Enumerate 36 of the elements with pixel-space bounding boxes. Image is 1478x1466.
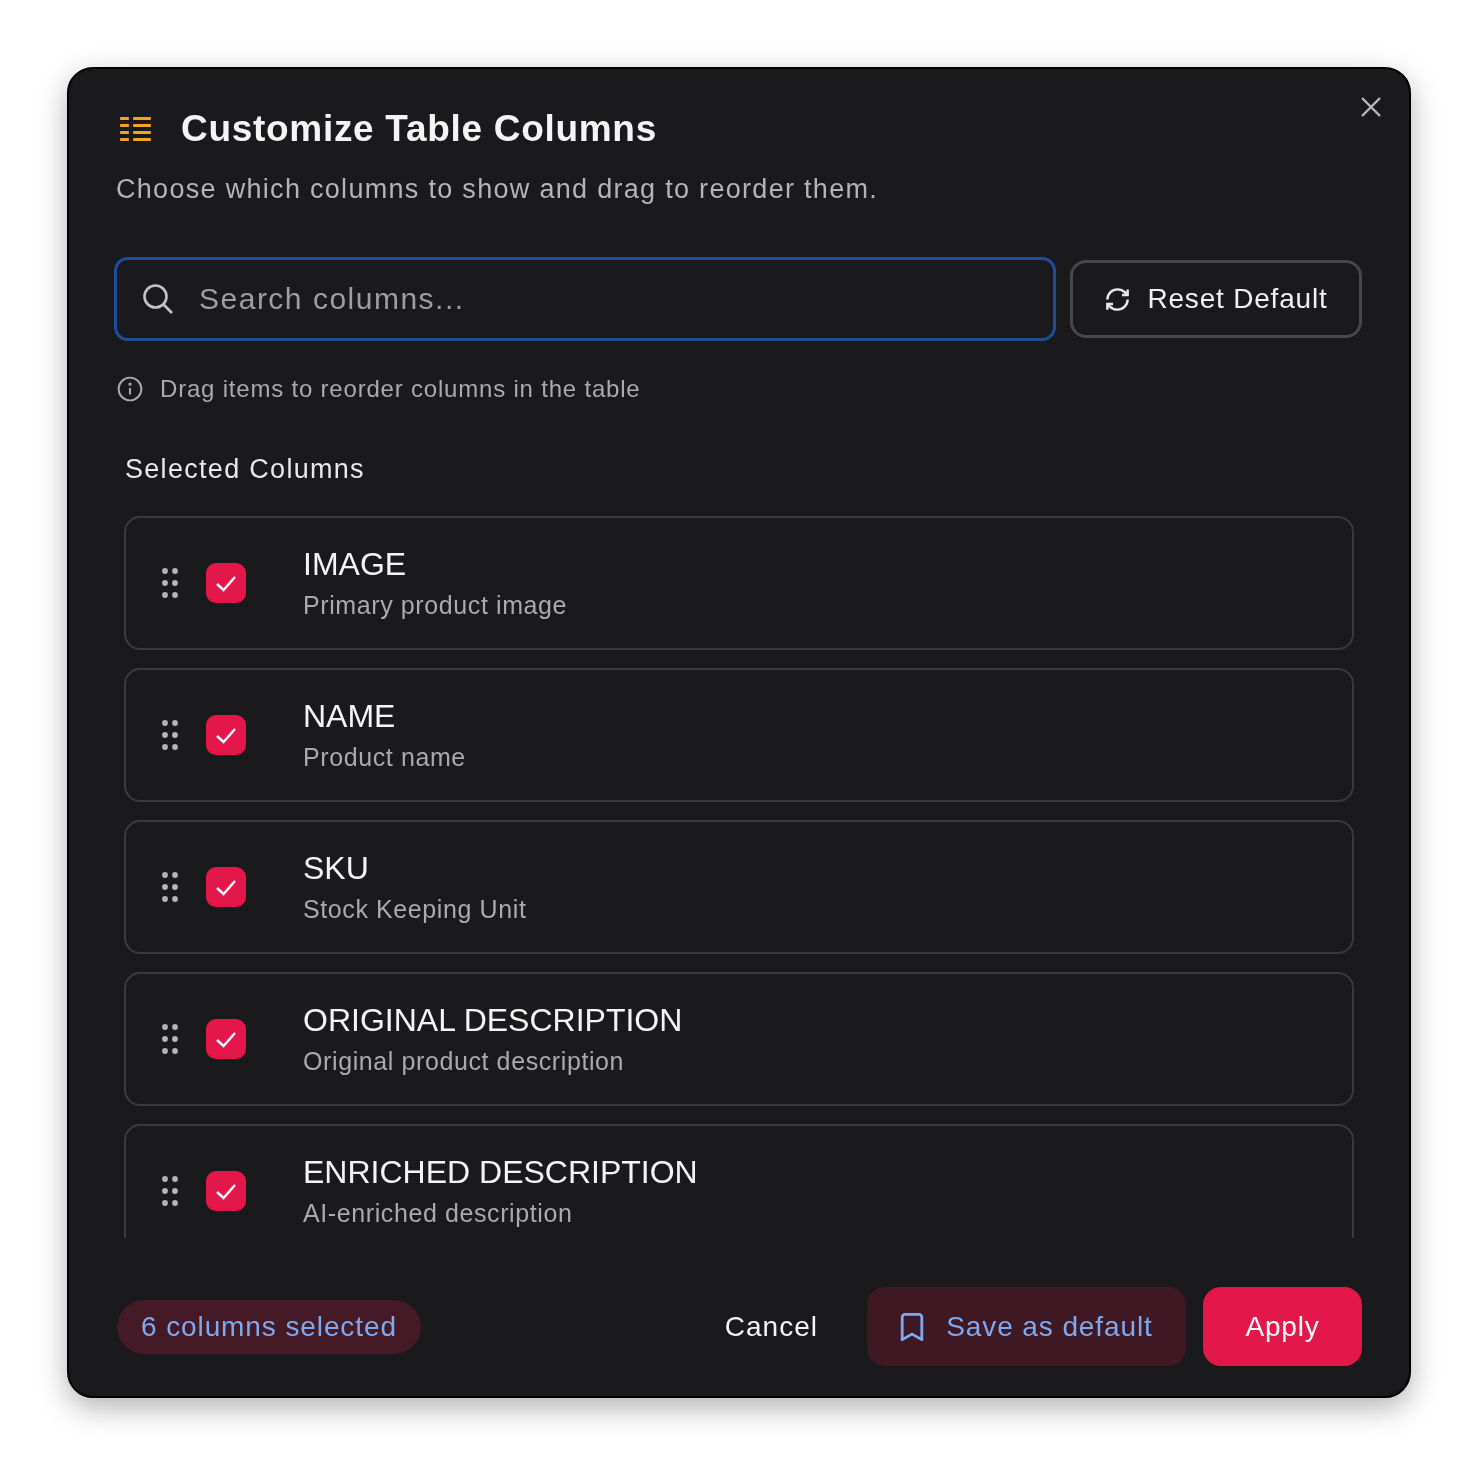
search-field[interactable]: Search columns... (114, 257, 1056, 341)
column-description: Primary product image (303, 590, 568, 621)
drag-handle-icon[interactable] (162, 1176, 178, 1206)
checkbox[interactable] (206, 867, 246, 907)
column-description: Original product description (303, 1046, 625, 1077)
column-description: Product name (303, 742, 466, 773)
dialog-subtitle: Choose which columns to show and drag to reorder them. (116, 173, 880, 206)
checkbox[interactable] (206, 1019, 246, 1059)
column-name: IMAGE (303, 545, 407, 584)
checkbox[interactable] (206, 563, 246, 603)
drag-handle-icon[interactable] (162, 1024, 178, 1054)
cancel-button[interactable]: Cancel (700, 1287, 842, 1366)
column-name: ENRICHED DESCRIPTION (303, 1153, 698, 1192)
drag-handle-icon[interactable] (162, 568, 178, 598)
apply-button[interactable]: Apply (1203, 1287, 1362, 1366)
column-name: SKU (303, 849, 369, 888)
column-name: ORIGINAL DESCRIPTION (303, 1001, 683, 1040)
hint-text: Drag items to reorder columns in the table (160, 374, 641, 404)
search-icon (142, 283, 174, 315)
column-description: AI-enriched description (303, 1198, 573, 1229)
refresh-icon (1104, 285, 1132, 313)
selected-count-badge: 6 columns selected (117, 1299, 421, 1354)
checkbox[interactable] (206, 715, 246, 755)
dialog-title: Customize Table Columns (181, 107, 657, 151)
reset-default-button[interactable]: Reset Default (1070, 260, 1362, 338)
drag-handle-icon[interactable] (162, 872, 178, 902)
save-as-default-button[interactable]: Save as default (867, 1287, 1186, 1366)
bookmark-icon (900, 1312, 925, 1341)
drag-handle-icon[interactable] (162, 720, 178, 750)
info-icon (117, 376, 143, 402)
close-icon (1360, 96, 1382, 118)
column-name: NAME (303, 697, 396, 736)
checkbox[interactable] (206, 1171, 246, 1211)
column-description: Stock Keeping Unit (303, 894, 527, 925)
section-title: Selected Columns (125, 453, 365, 486)
columns-list-icon (120, 117, 151, 141)
